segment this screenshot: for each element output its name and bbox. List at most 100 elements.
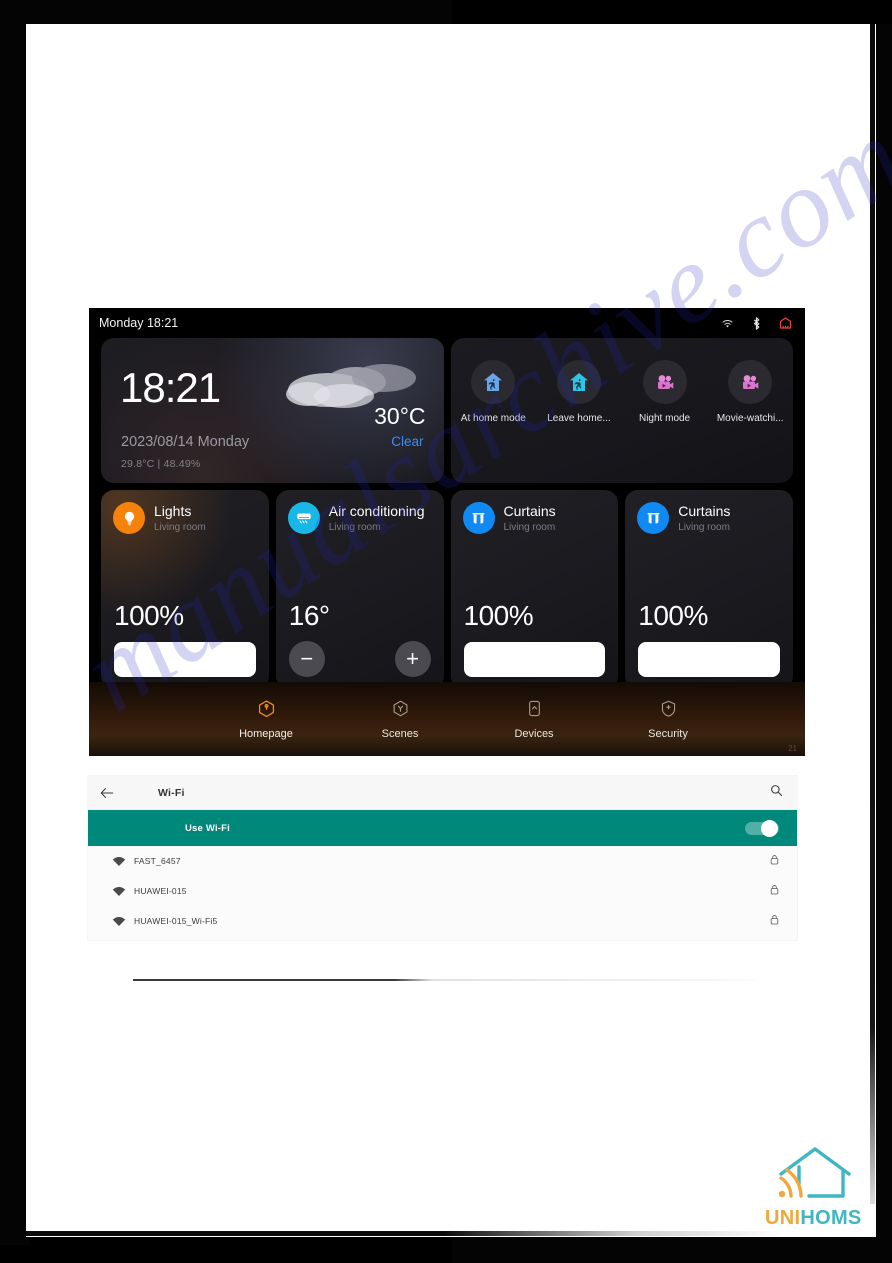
devices-icon [525,699,544,723]
scene-movie-watching-mode[interactable]: Movie-watchi... [707,360,793,424]
nav-label: Devices [514,727,554,740]
nav-item-homepage[interactable]: Homepage [227,699,305,740]
toggle-knob [761,819,778,837]
device-title: Lights [154,503,192,519]
nav-label: Security [648,727,688,740]
wifi-network-row[interactable]: FAST_6457 [88,846,797,876]
scene-night-mode[interactable]: Night mode [622,360,708,424]
logo-text-homs: HOMS [800,1207,862,1229]
unihoms-logo: UNIHOMS [765,1140,865,1230]
device-title: Curtains [678,503,731,519]
use-wifi-label: Use Wi-Fi [185,822,230,834]
device-room: Living room [678,522,730,534]
house-person-icon [471,360,516,404]
device-title: Curtains [503,503,556,519]
bottom-navigation: Homepage Scenes Devices Security 21 [89,682,805,756]
bluetooth-icon [751,316,762,331]
wifi-network-row[interactable]: HUAWEI-015 [88,876,797,906]
device-card-curtains-2[interactable]: Curtains Living room 100% [625,490,793,689]
scene-modes-card: At home mode Leave home... Night mode Mo… [450,338,793,483]
scene-at-home-mode[interactable]: At home mode [451,360,537,424]
device-value: 16° [288,600,330,631]
scene-leave-home-mode[interactable]: Leave home... [536,360,622,424]
nav-item-scenes[interactable]: Scenes [361,699,439,740]
tablet-screenshot: Monday 18:21 18:21 2023/08/14 Monday 29.… [89,308,805,756]
weather-temperature: 30°C [374,403,426,429]
weather-condition: Clear [391,434,424,449]
lock-icon [770,912,779,930]
wifi-ssid: FAST_6457 [134,856,181,866]
scene-label: Movie-watchi... [716,413,784,424]
wifi-signal-icon [88,856,134,867]
page-edge-bottom [26,1231,786,1236]
scan-border-bottom-right [452,1235,892,1263]
movie-camera-icon [642,360,687,404]
tablet-body: 18:21 2023/08/14 Monday 29.8°C | 48.49% … [89,338,805,689]
wifi-signal-icon [88,916,134,927]
device-card-lights[interactable]: Lights Living room 100% [101,490,269,689]
device-value: 100% [463,600,534,631]
device-titles: Curtains Living room [504,502,556,533]
nav-item-devices[interactable]: Devices [495,699,573,740]
wifi-network-row[interactable]: HUAWEI-015_Wi-Fi5 [88,906,797,936]
section-divider [133,979,755,981]
movie-camera-icon [728,360,773,404]
device-card-curtains-1[interactable]: Curtains Living room 100% [450,490,619,689]
lock-icon [770,882,779,900]
nav-label: Homepage [239,727,293,740]
status-bar-clock: Monday 18:21 [99,316,179,330]
scene-label: Leave home... [547,413,611,424]
brightness-slider[interactable] [114,642,256,677]
device-header: Curtains Living room [462,502,607,534]
device-value: 100% [638,600,708,631]
temperature-decrease-button[interactable]: − [288,641,325,677]
curtains-icon [462,502,495,534]
use-wifi-row[interactable]: Use Wi-Fi [88,810,797,846]
page-number: 21 [788,744,797,753]
weather-time: 18:21 [120,364,221,411]
nav-item-security[interactable]: Security [629,699,707,740]
shield-icon [659,699,678,723]
wifi-icon [720,317,735,329]
curtain-position-slider[interactable] [463,642,606,677]
wifi-ssid: HUAWEI-015 [134,886,187,896]
top-row: 18:21 2023/08/14 Monday 29.8°C | 48.49% … [101,338,793,483]
wifi-signal-icon [88,886,134,897]
home-icon [257,699,276,723]
arrow-left-icon[interactable] [100,787,122,799]
wifi-header: Wi-Fi [88,776,797,810]
scene-label: Night mode [638,413,691,424]
scene-label: At home mode [460,413,526,424]
curtains-icon [637,502,670,534]
logo-text-uni: UNI [765,1207,801,1229]
device-room: Living room [154,522,206,534]
status-bar: Monday 18:21 [89,308,805,338]
lightbulb-icon [113,502,145,534]
house-wifi-icon [778,1147,851,1198]
search-icon[interactable] [770,784,783,802]
lock-icon [770,852,779,870]
device-room: Living room [503,522,556,534]
page-edge-right [870,24,875,1204]
wifi-page-title: Wi-Fi [158,786,185,799]
device-value: 100% [114,600,184,631]
house-person-icon [556,360,601,404]
curtain-position-slider[interactable] [638,642,780,677]
weather-date: 2023/08/14 Monday [121,434,250,450]
device-titles: Curtains Living room [678,502,730,533]
weather-card[interactable]: 18:21 2023/08/14 Monday 29.8°C | 48.49% … [101,338,444,483]
device-card-air-conditioning[interactable]: Air conditioning Living room 16° − + [275,490,444,689]
weather-indoor-readings: 29.8°C | 48.49% [121,458,201,470]
wifi-network-list: FAST_6457 HUAWEI-015 HUAWEI-015_Wi-Fi5 [88,846,797,936]
device-header: Air conditioning Living room [287,502,432,534]
device-title: Air conditioning [328,503,425,519]
status-bar-icons [720,316,793,331]
device-titles: Lights Living room [154,502,206,533]
temperature-increase-button[interactable]: + [394,641,431,677]
device-titles: Air conditioning Living room [329,502,425,533]
wifi-ssid: HUAWEI-015_Wi-Fi5 [134,916,218,926]
scenes-icon [391,699,410,723]
nav-label: Scenes [381,727,419,740]
use-wifi-toggle[interactable] [745,819,779,837]
device-cards-row: Lights Living room 100% Air conditioning… [101,490,793,689]
